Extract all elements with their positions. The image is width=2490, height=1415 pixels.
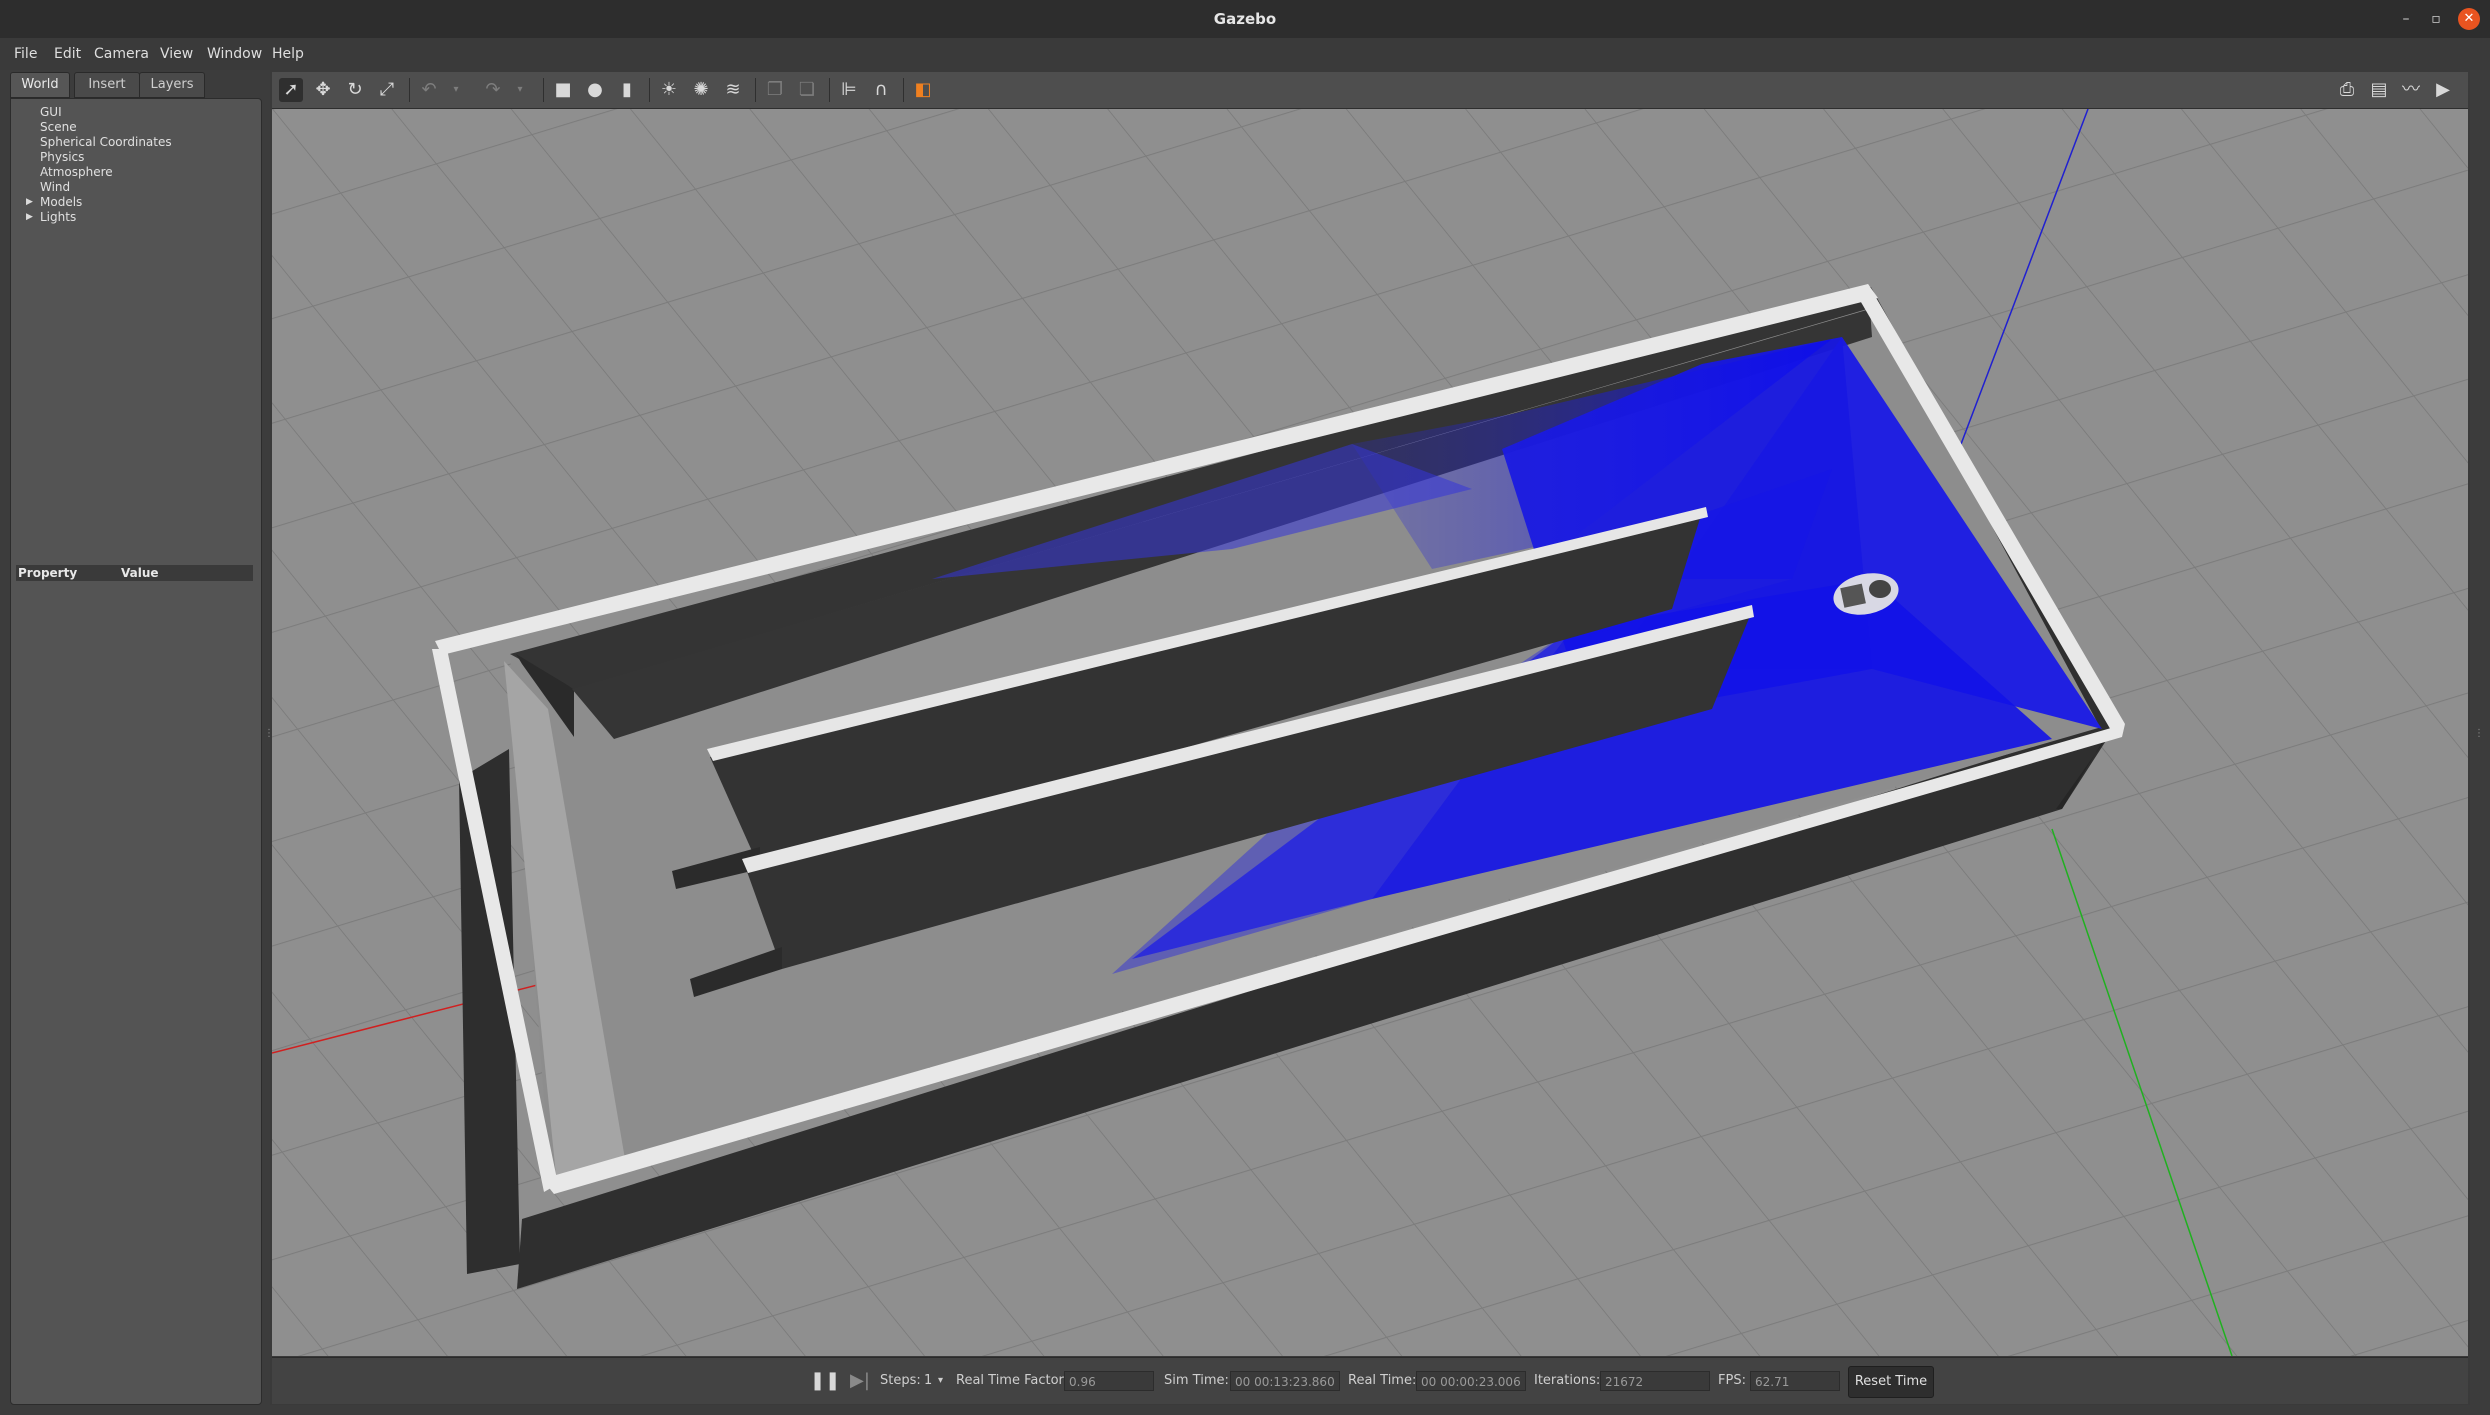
menu-edit[interactable]: Edit xyxy=(54,38,81,70)
menu-help[interactable]: Help xyxy=(272,38,304,70)
directional-light-icon[interactable]: ≋ xyxy=(721,78,745,102)
title-bar: Gazebo – ▫ ✕ xyxy=(0,0,2490,39)
toolbar-separator xyxy=(543,78,544,102)
minimize-button[interactable]: – xyxy=(2395,8,2417,30)
window-title: Gazebo xyxy=(1213,10,1277,28)
log-data-icon[interactable]: ▤ xyxy=(2367,78,2391,102)
toolbar-separator xyxy=(649,78,650,102)
expand-arrow-icon[interactable]: ▶ xyxy=(26,210,33,225)
video-record-icon[interactable]: ▶ xyxy=(2431,78,2455,102)
step-icon[interactable]: ▶| xyxy=(848,1368,872,1394)
select-mode-icon[interactable]: ➚ xyxy=(279,78,303,102)
sim-time-field: 00 00:13:23.860 xyxy=(1230,1371,1340,1391)
tree-item-label: Models xyxy=(40,195,83,209)
property-table-header: Property Value xyxy=(16,565,253,581)
world-tree: GUI Scene Spherical Coordinates Physics … xyxy=(11,105,261,225)
tree-item-label: Atmosphere xyxy=(40,165,113,179)
world-panel: World Insert Layers GUI Scene Spherical … xyxy=(10,70,262,1405)
tree-item-label: Wind xyxy=(40,180,71,194)
undo-icon[interactable]: ↶ xyxy=(417,78,441,102)
snap-icon[interactable]: ∩ xyxy=(869,78,893,102)
tab-world[interactable]: World xyxy=(10,72,70,98)
view-angle-icon[interactable]: ◧ xyxy=(911,78,935,102)
cylinder-shape-icon[interactable]: ▮ xyxy=(615,78,639,102)
tree-item-label: Physics xyxy=(40,150,85,164)
tree-item-physics[interactable]: Physics xyxy=(11,150,261,165)
fps-field: 62.71 xyxy=(1750,1371,1840,1391)
world-tree-panel: GUI Scene Spherical Coordinates Physics … xyxy=(10,98,262,1405)
property-column-header: Property xyxy=(18,566,78,580)
sphere-shape-icon[interactable]: ● xyxy=(583,78,607,102)
tree-item-lights[interactable]: ▶ Lights xyxy=(11,210,261,225)
point-light-icon[interactable]: ☀ xyxy=(657,78,681,102)
3d-viewport[interactable] xyxy=(272,109,2468,1356)
toolbar-separator xyxy=(755,78,756,102)
tree-item-label: Spherical Coordinates xyxy=(40,135,172,149)
menu-file[interactable]: File xyxy=(14,38,37,70)
screenshot-icon[interactable]: ⎙ xyxy=(2335,78,2359,102)
menu-view[interactable]: View xyxy=(160,38,193,70)
tree-item-atmosphere[interactable]: Atmosphere xyxy=(11,165,261,180)
scene-canvas[interactable] xyxy=(272,109,2468,1356)
steps-dropdown-icon[interactable]: ▾ xyxy=(938,1358,943,1404)
tree-item-label: GUI xyxy=(40,105,62,119)
rotate-mode-icon[interactable]: ↻ xyxy=(343,78,367,102)
translate-mode-icon[interactable]: ✥ xyxy=(311,78,335,102)
tree-item-label: Scene xyxy=(40,120,77,134)
value-column-header: Value xyxy=(121,566,159,580)
menu-bar: File Edit Camera View Window Help xyxy=(0,38,2490,70)
right-splitter-handle[interactable]: ⋮ xyxy=(2474,728,2484,742)
tree-item-scene[interactable]: Scene xyxy=(11,120,261,135)
tree-item-spherical-coordinates[interactable]: Spherical Coordinates xyxy=(11,135,261,150)
rtf-field: 0.96 xyxy=(1064,1371,1154,1391)
iterations-label: Iterations: xyxy=(1534,1373,1601,1388)
fps-label: FPS: xyxy=(1718,1373,1746,1388)
sim-time-label: Sim Time: xyxy=(1164,1373,1229,1388)
tab-layers[interactable]: Layers xyxy=(139,72,205,98)
steps-label: Steps: xyxy=(880,1373,921,1388)
scale-mode-icon[interactable]: ⤢ xyxy=(375,78,399,102)
left-splitter-handle[interactable]: ⋮ xyxy=(264,728,274,742)
toolbar-separator xyxy=(409,78,410,102)
tree-item-wind[interactable]: Wind xyxy=(11,180,261,195)
box-shape-icon[interactable]: ■ xyxy=(551,78,575,102)
copy-icon[interactable]: ❐ xyxy=(763,78,787,102)
tree-item-label: Lights xyxy=(40,210,77,224)
render-toolbar: ➚ ✥ ↻ ⤢ ↶ ▾ ↷ ▾ ■ ● ▮ ☀ ✺ ≋ ❐ ❏ ⊫ ∩ ◧ ⎙ … xyxy=(272,72,2468,109)
spot-light-icon[interactable]: ✺ xyxy=(689,78,713,102)
close-button[interactable]: ✕ xyxy=(2458,8,2480,30)
redo-history-icon[interactable]: ▾ xyxy=(513,78,527,102)
tab-insert[interactable]: Insert xyxy=(74,72,140,98)
tree-item-models[interactable]: ▶ Models xyxy=(11,195,261,210)
restore-button[interactable]: ▫ xyxy=(2425,8,2447,30)
expand-arrow-icon[interactable]: ▶ xyxy=(26,195,33,210)
paste-icon[interactable]: ❏ xyxy=(795,78,819,102)
real-time-field: 00 00:00:23.006 xyxy=(1416,1371,1526,1391)
toolbar-separator xyxy=(829,78,830,102)
plot-icon[interactable]: 〰 xyxy=(2399,78,2423,102)
tree-item-gui[interactable]: GUI xyxy=(11,105,261,120)
pause-icon[interactable]: ❚❚ xyxy=(810,1368,840,1394)
steps-value[interactable]: 1 xyxy=(924,1358,932,1404)
real-time-label: Real Time: xyxy=(1348,1373,1417,1388)
menu-camera[interactable]: Camera xyxy=(94,38,149,70)
align-icon[interactable]: ⊫ xyxy=(837,78,861,102)
undo-history-icon[interactable]: ▾ xyxy=(449,78,463,102)
iterations-field: 21672 xyxy=(1600,1371,1710,1391)
reset-time-button[interactable]: Reset Time xyxy=(1848,1366,1934,1398)
menu-window[interactable]: Window xyxy=(207,38,262,70)
simulation-control-bar: ❚❚ ▶| Steps: 1 ▾ Real Time Factor: 0.96 … xyxy=(272,1357,2468,1404)
redo-icon[interactable]: ↷ xyxy=(481,78,505,102)
rtf-label: Real Time Factor: xyxy=(956,1373,1069,1388)
toolbar-separator xyxy=(903,78,904,102)
